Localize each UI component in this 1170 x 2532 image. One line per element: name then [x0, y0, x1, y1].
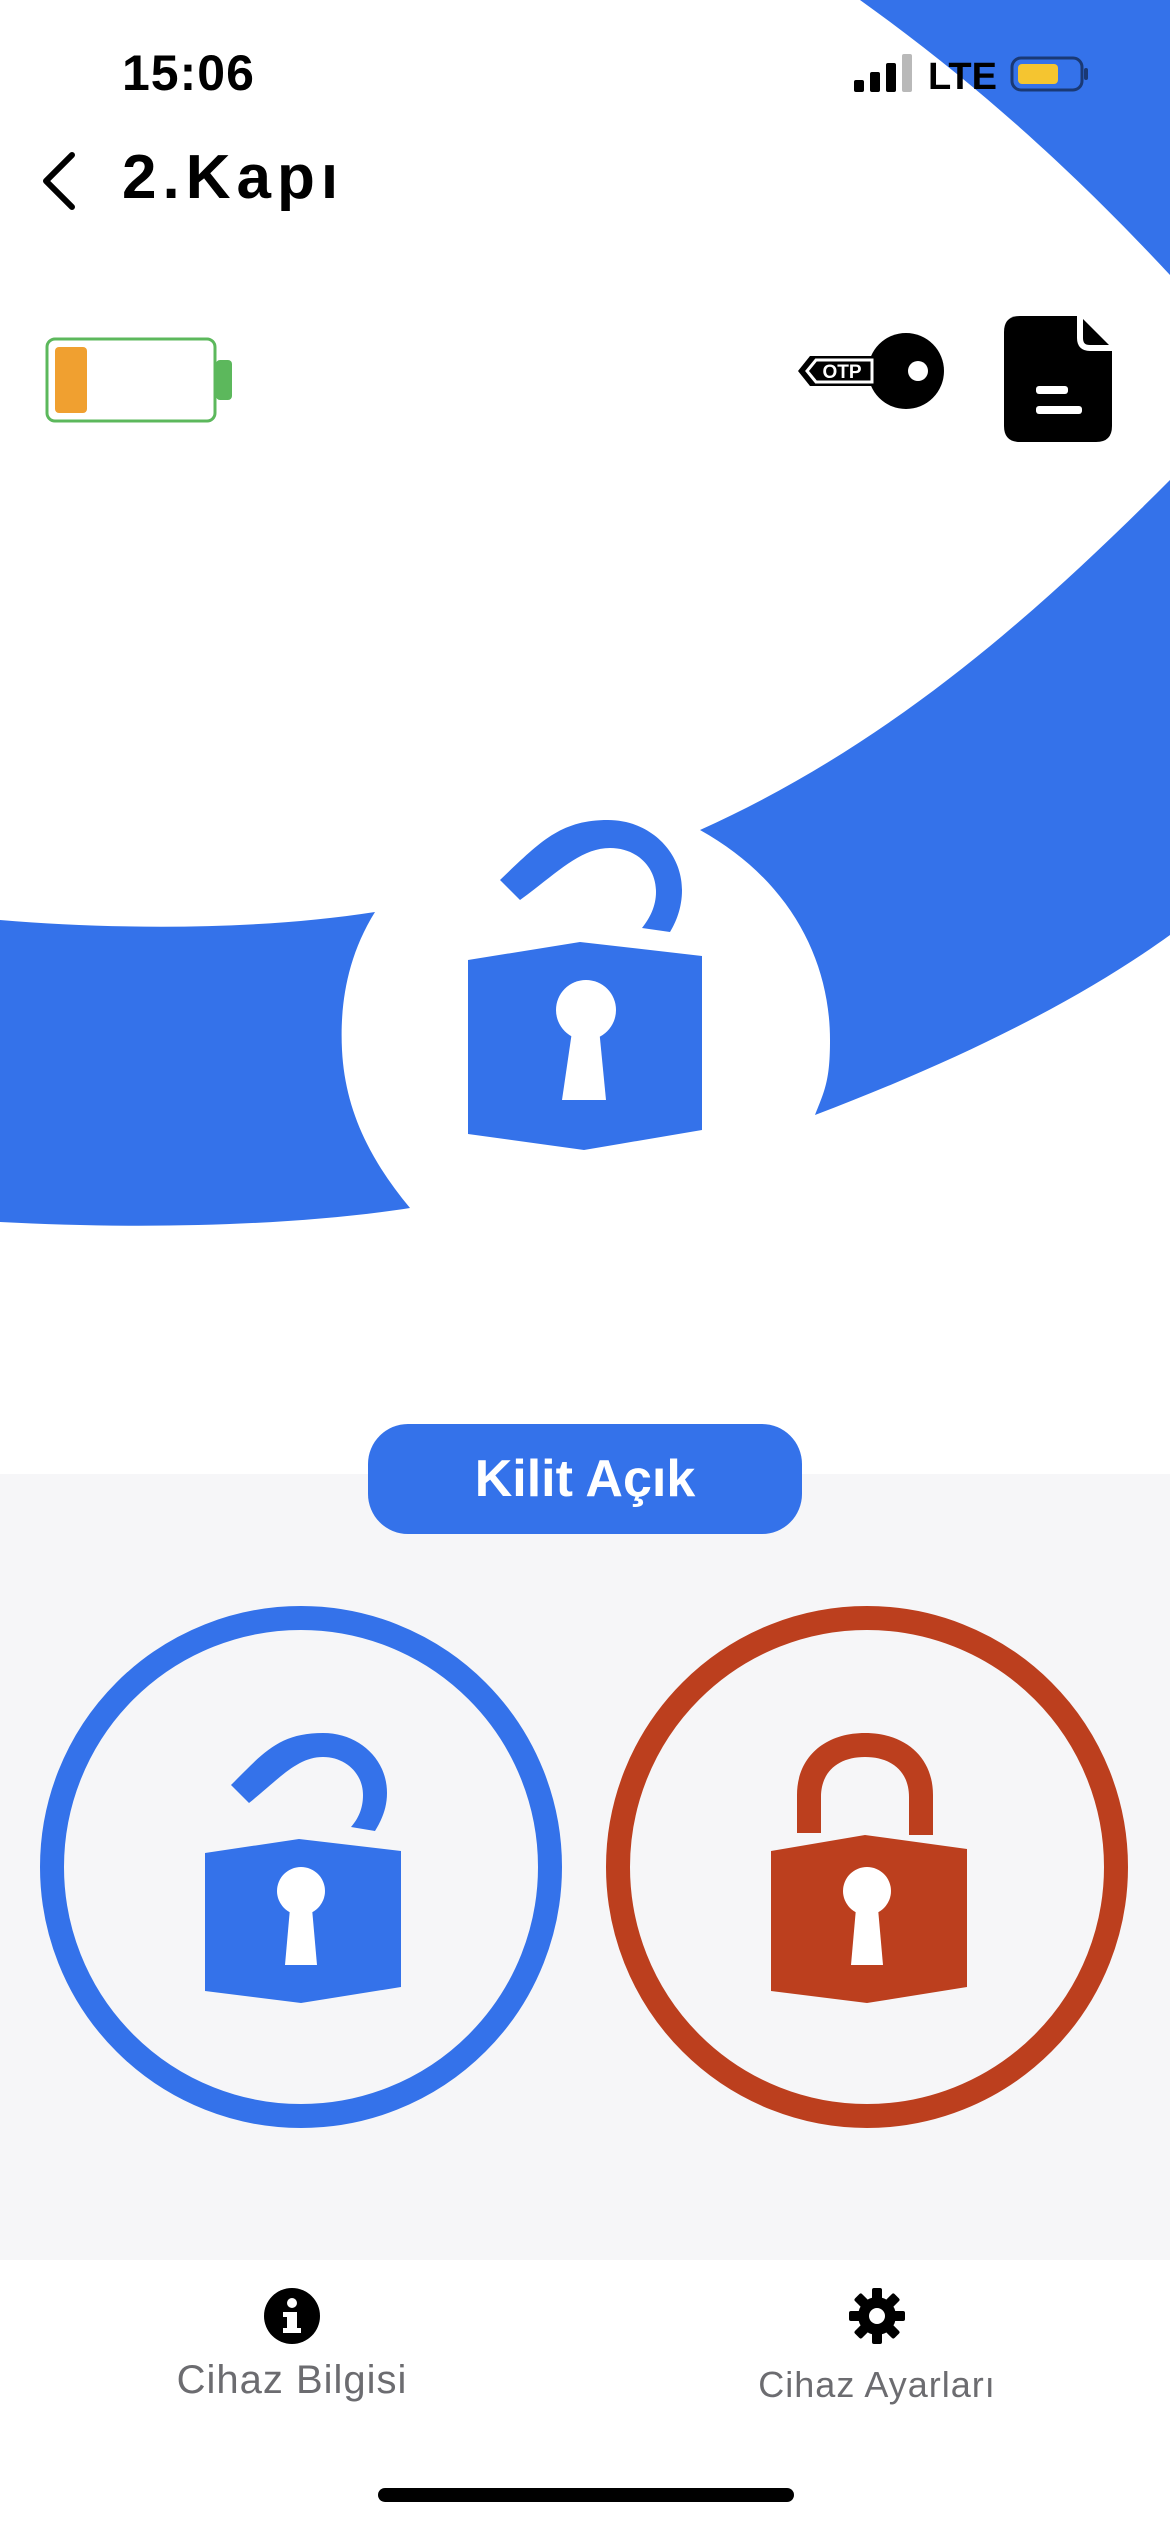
- network-label: LTE: [928, 56, 997, 98]
- main-unlocked-icon: [468, 820, 702, 1150]
- status-battery-icon: [1010, 56, 1088, 92]
- home-indicator[interactable]: [378, 2488, 794, 2502]
- document-button[interactable]: [1002, 314, 1114, 444]
- lock-button[interactable]: [606, 1606, 1128, 2128]
- tab-label: Cihaz Ayarları: [758, 2364, 996, 2405]
- otp-label: OTP: [822, 362, 861, 383]
- chevron-left-icon: [43, 152, 75, 210]
- status-time: 15:06: [122, 45, 255, 101]
- device-battery-icon: [45, 337, 232, 423]
- signal-icon: [854, 54, 912, 92]
- back-button[interactable]: [30, 146, 90, 216]
- page-title: 2.Kapı: [122, 143, 345, 212]
- tab-device-settings[interactable]: Cihaz Ayarları: [697, 2286, 1057, 2426]
- lock-status-badge: Kilit Açık: [368, 1424, 802, 1534]
- status-indicators: LTE: [852, 54, 1092, 104]
- document-icon: [1004, 316, 1112, 442]
- otp-key-button[interactable]: OTP: [796, 326, 946, 416]
- gear-icon: [849, 2288, 905, 2344]
- unlock-icon: [205, 1733, 401, 2003]
- tab-device-info[interactable]: Cihaz Bilgisi: [112, 2286, 472, 2426]
- info-icon: [264, 2288, 320, 2344]
- tab-label: Cihaz Bilgisi: [176, 2358, 408, 2402]
- otp-key-icon: OTP: [798, 333, 944, 409]
- lock-icon: [771, 1733, 967, 2003]
- unlock-button[interactable]: [40, 1606, 562, 2128]
